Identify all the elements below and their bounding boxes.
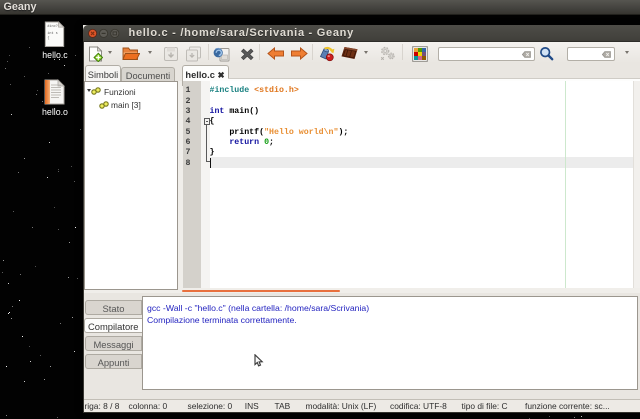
svg-text:#inc?: #inc? bbox=[47, 24, 57, 29]
svg-text:{: { bbox=[47, 35, 49, 40]
